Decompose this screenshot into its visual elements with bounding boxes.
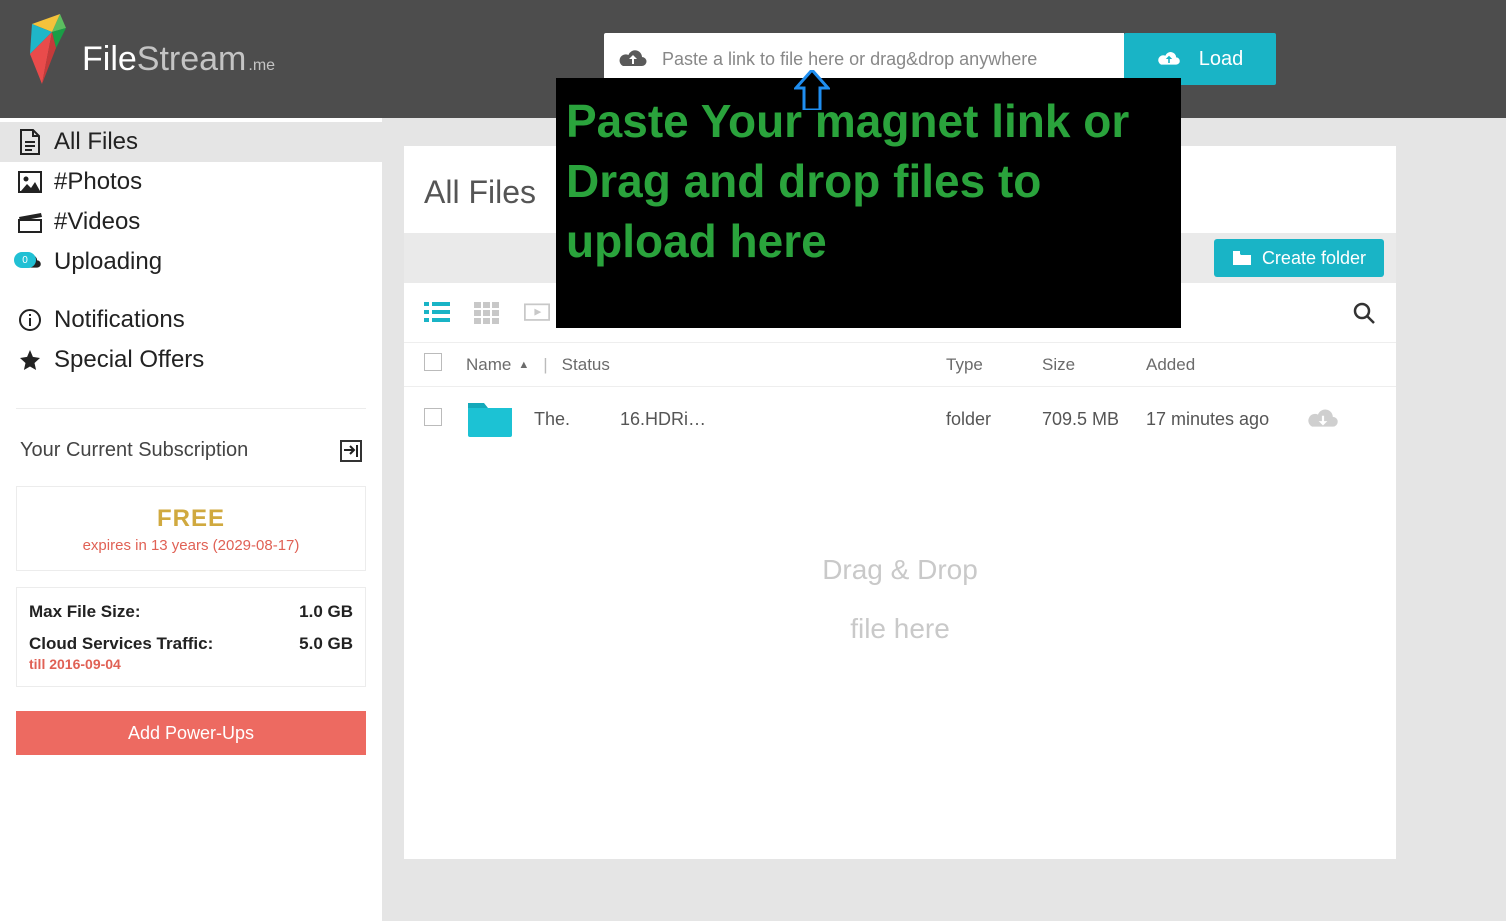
create-folder-label: Create folder bbox=[1262, 248, 1366, 269]
sidebar-item-videos[interactable]: #Videos bbox=[0, 202, 382, 242]
row-checkbox[interactable] bbox=[424, 408, 442, 426]
add-powerups-button[interactable]: Add Power-Ups bbox=[16, 711, 366, 755]
brand-name-a: File bbox=[82, 40, 137, 79]
info-icon bbox=[16, 308, 44, 332]
max-file-label: Max File Size: bbox=[29, 602, 140, 622]
file-added: 17 minutes ago bbox=[1146, 409, 1306, 430]
sidebar-item-photos[interactable]: #Photos bbox=[0, 162, 382, 202]
sidebar-item-uploading[interactable]: 0 Uploading bbox=[0, 242, 382, 282]
upload-count-badge: 0 bbox=[14, 252, 36, 268]
col-added[interactable]: Added bbox=[1146, 355, 1306, 375]
select-all-checkbox[interactable] bbox=[424, 353, 442, 371]
traffic-till: till 2016-09-04 bbox=[29, 656, 353, 672]
annotation-overlay: Paste Your magnet link or Drag and drop … bbox=[556, 78, 1181, 328]
parrot-icon bbox=[12, 14, 74, 104]
traffic-label: Cloud Services Traffic: bbox=[29, 634, 213, 654]
table-header: Name ▲ | Status Type Size Added bbox=[404, 343, 1396, 387]
col-status[interactable]: Status bbox=[562, 355, 610, 375]
dropzone-line2: file here bbox=[404, 600, 1396, 659]
download-icon[interactable] bbox=[1306, 407, 1376, 431]
view-grid-icon[interactable] bbox=[474, 302, 500, 324]
sidebar-item-notifications[interactable]: Notifications bbox=[0, 300, 382, 340]
plan-name: FREE bbox=[21, 505, 361, 533]
file-icon bbox=[16, 129, 44, 155]
brand-suffix: .me bbox=[248, 57, 275, 75]
plan-expires: expires in 13 years (2029-08-17) bbox=[21, 537, 361, 554]
sidebar-item-label: Notifications bbox=[54, 306, 185, 334]
cloud-upload-icon bbox=[1157, 50, 1181, 68]
annotation-text: Paste Your magnet link or Drag and drop … bbox=[566, 92, 1171, 271]
col-size[interactable]: Size bbox=[1042, 355, 1146, 375]
folder-icon bbox=[466, 399, 514, 439]
load-button-label: Load bbox=[1199, 48, 1244, 71]
col-divider: | bbox=[543, 355, 547, 375]
star-icon bbox=[16, 348, 44, 372]
col-name[interactable]: Name bbox=[466, 355, 511, 375]
sidebar-item-special-offers[interactable]: Special Offers bbox=[0, 340, 382, 380]
sidebar-item-label: Uploading bbox=[54, 248, 162, 276]
file-name: The. 16.HDRi… bbox=[534, 409, 706, 430]
annotation-arrow-icon bbox=[794, 70, 830, 110]
create-folder-button[interactable]: Create folder bbox=[1214, 239, 1384, 277]
sidebar-item-label: #Photos bbox=[54, 168, 142, 196]
sidebar-item-label: All Files bbox=[54, 128, 138, 156]
sidebar-item-label: #Videos bbox=[54, 208, 140, 236]
plan-card: FREE expires in 13 years (2029-08-17) bbox=[16, 486, 366, 571]
dropzone[interactable]: Drag & Drop file here bbox=[404, 451, 1396, 859]
image-icon bbox=[16, 171, 44, 193]
nav-separator bbox=[0, 282, 382, 300]
nav-list: All Files #Photos #Videos 0 Uploading bbox=[0, 118, 382, 380]
sidebar-item-label: Special Offers bbox=[54, 346, 204, 374]
max-file-value: 1.0 GB bbox=[299, 602, 353, 622]
link-input[interactable] bbox=[662, 49, 1110, 70]
table-row[interactable]: The. 16.HDRi… folder 709.5 MB 17 minutes… bbox=[404, 387, 1396, 451]
view-mode-group bbox=[424, 302, 550, 324]
folder-plus-icon bbox=[1232, 250, 1252, 266]
file-type: folder bbox=[946, 409, 1042, 430]
subscription-panel: Your Current Subscription FREE expires i… bbox=[16, 408, 366, 755]
search-icon[interactable] bbox=[1352, 301, 1376, 325]
file-size: 709.5 MB bbox=[1042, 409, 1146, 430]
sort-asc-icon: ▲ bbox=[518, 359, 529, 371]
brand-name-b: Stream bbox=[137, 40, 247, 79]
col-type[interactable]: Type bbox=[946, 355, 1042, 375]
view-player-icon[interactable] bbox=[524, 302, 550, 324]
subscription-title: Your Current Subscription bbox=[20, 439, 248, 462]
brand-text: FileStream.me bbox=[82, 40, 275, 79]
brand-logo[interactable]: FileStream.me bbox=[12, 14, 275, 104]
sidebar: All Files #Photos #Videos 0 Uploading bbox=[0, 118, 382, 921]
limits-card: Max File Size: 1.0 GB Cloud Services Tra… bbox=[16, 587, 366, 687]
view-list-icon[interactable] bbox=[424, 302, 450, 324]
sidebar-item-all-files[interactable]: All Files bbox=[0, 122, 382, 162]
expand-icon[interactable] bbox=[340, 440, 362, 462]
cloud-upload-icon bbox=[618, 48, 648, 70]
dropzone-line1: Drag & Drop bbox=[404, 541, 1396, 600]
traffic-value: 5.0 GB bbox=[299, 634, 353, 654]
clapper-icon bbox=[16, 211, 44, 233]
add-powerups-label: Add Power-Ups bbox=[128, 723, 254, 744]
